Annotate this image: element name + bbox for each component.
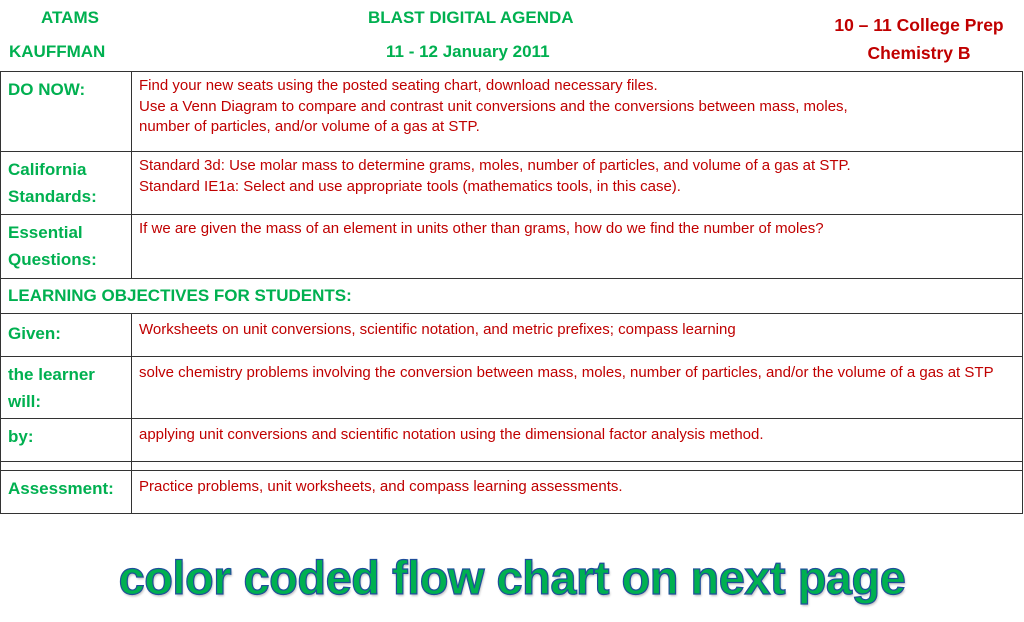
agenda-table: DO NOW: Find your new seats using the po… [0,71,1023,514]
do-now-text: Find your new seats using the posted sea… [131,71,1023,152]
row-learner-will: the learner will: solve chemistry proble… [0,356,1023,419]
row-by: by: applying unit conversions and scient… [0,418,1023,462]
do-now-line: number of particles, and/or volume of a … [139,118,480,135]
do-now-line: Find your new seats using the posted sea… [139,77,658,94]
essential-questions-label: Essential Questions: [0,214,132,279]
spacer-cell [131,461,1023,471]
row-do-now: DO NOW: Find your new seats using the po… [0,71,1023,152]
standards-label: California Standards: [0,151,132,215]
standard-line: Standard 3d: Use molar mass to determine… [139,157,851,174]
assessment-label: Assessment: [0,470,132,514]
assessment-text: Practice problems, unit worksheets, and … [131,470,1023,514]
footer-note: color coded flow chart on next page [118,550,907,604]
given-text: Worksheets on unit conversions, scientif… [131,313,1023,357]
row-spacer [0,461,1023,471]
given-label: Given: [0,313,132,357]
row-learning-objectives: LEARNING OBJECTIVES FOR STUDENTS: [0,278,1023,314]
learner-will-label: the learner will: [0,356,132,419]
row-standards: California Standards: Standard 3d: Use m… [0,151,1023,215]
row-assessment: Assessment: Practice problems, unit work… [0,470,1023,514]
spacer-cell [0,461,132,471]
learner-will-text: solve chemistry problems involving the c… [131,356,1023,419]
agenda-date: 11 - 12 January 2011 [386,42,550,61]
row-essential-questions: Essential Questions: If we are given the… [0,214,1023,279]
standards-text: Standard 3d: Use molar mass to determine… [131,151,1023,215]
learning-objectives-heading: LEARNING OBJECTIVES FOR STUDENTS: [0,278,1023,314]
do-now-line: Use a Venn Diagram to compare and contra… [139,97,848,115]
do-now-label: DO NOW: [0,71,132,152]
standard-line: Standard IE1a: Select and use appropriat… [139,177,681,195]
by-text: applying unit conversions and scientific… [131,418,1023,462]
teacher-name-1: ATAMS [41,8,99,27]
agenda-title: BLAST DIGITAL AGENDA [368,8,574,27]
course-name: 10 – 11 College Prep Chemistry B [834,15,1004,63]
essential-questions-text: If we are given the mass of an element i… [131,214,1023,279]
by-label: by: [0,418,132,462]
row-given: Given: Worksheets on unit conversions, s… [0,313,1023,357]
teacher-name-2: KAUFFMAN [9,42,106,61]
